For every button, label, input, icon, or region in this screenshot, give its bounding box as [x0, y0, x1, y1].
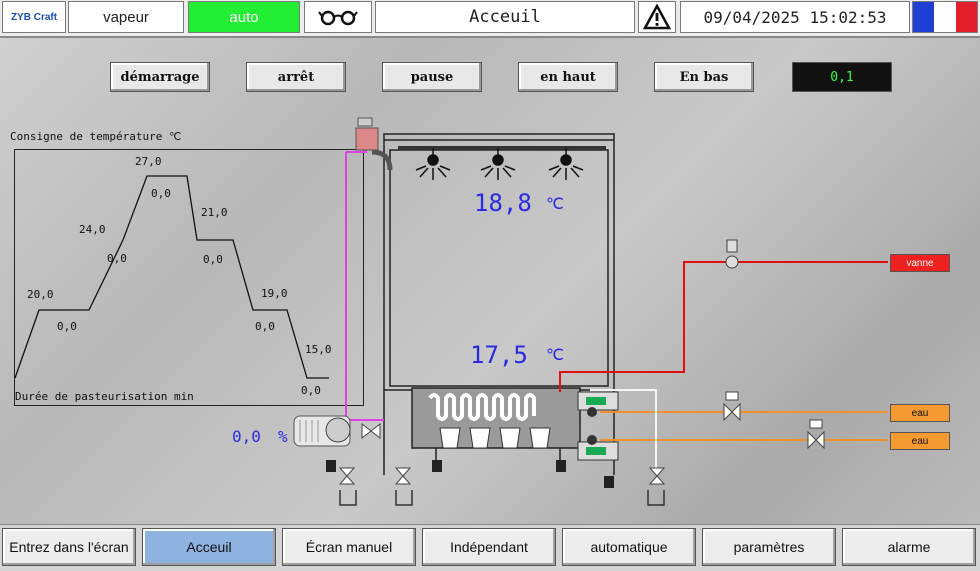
auto-status-badge: auto: [188, 1, 300, 33]
brand-logo: ZYB Craft: [2, 1, 66, 33]
nav-home[interactable]: Acceuil: [142, 528, 276, 566]
nav-manual-screen[interactable]: Écran manuel: [282, 528, 416, 566]
profile-temp-3[interactable]: 27,0: [135, 155, 162, 168]
tank-top-temperature-unit: ℃: [546, 194, 564, 213]
profile-temp-4[interactable]: 21,0: [201, 206, 228, 219]
profile-time-4[interactable]: 0,0: [203, 253, 223, 266]
motor-speed-unit: %: [278, 427, 288, 446]
profile-title: Consigne de température ℃: [10, 130, 182, 143]
temperature-profile-panel: 20,0 24,0 27,0 21,0 19,0 15,0 0,0 0,0 0,…: [14, 149, 364, 406]
profile-footer: Durée de pasteurisation min: [15, 390, 194, 403]
datetime-display: 09/04/2025 15:02:53: [680, 1, 910, 33]
profile-temp-6[interactable]: 15,0: [305, 343, 332, 356]
nav-independent[interactable]: Indépendant: [422, 528, 556, 566]
valve-tag[interactable]: vanne: [890, 254, 950, 272]
profile-temp-1[interactable]: 20,0: [27, 288, 54, 301]
profile-time-5[interactable]: 0,0: [255, 320, 275, 333]
tank-top-temperature: 18,8: [474, 189, 532, 217]
profile-time-2[interactable]: 0,0: [107, 252, 127, 265]
nav-parameters[interactable]: paramètres: [702, 528, 836, 566]
nav-automatic[interactable]: automatique: [562, 528, 696, 566]
nav-enter-screen[interactable]: Entrez dans l'écran: [2, 528, 136, 566]
language-flag-icon[interactable]: [912, 1, 978, 33]
page-title: Acceuil: [375, 1, 635, 33]
motor-speed-value: 0,0: [232, 427, 261, 446]
up-button[interactable]: en haut: [518, 62, 618, 92]
profile-temp-5[interactable]: 19,0: [261, 287, 288, 300]
profile-time-1[interactable]: 0,0: [57, 320, 77, 333]
profile-time-3[interactable]: 0,0: [151, 187, 171, 200]
tank-bottom-temperature: 17,5: [470, 341, 528, 369]
mode-indicator: vapeur: [68, 1, 184, 33]
start-button[interactable]: démarrage: [110, 62, 210, 92]
stop-button[interactable]: arrêt: [246, 62, 346, 92]
tank-bottom-temperature-unit: ℃: [546, 345, 564, 364]
glasses-icon[interactable]: [304, 1, 372, 33]
warning-icon[interactable]: [638, 1, 676, 33]
top-bar: ZYB Craft vapeur auto Acceuil 09/04/2025…: [0, 0, 980, 38]
water-tag-2[interactable]: eau: [890, 432, 950, 450]
profile-time-6[interactable]: 0,0: [301, 384, 321, 397]
nav-alarm[interactable]: alarme: [842, 528, 976, 566]
profile-temp-2[interactable]: 24,0: [79, 223, 106, 236]
counter-display: 0,1: [792, 62, 892, 92]
water-tag-1[interactable]: eau: [890, 404, 950, 422]
down-button[interactable]: En bas: [654, 62, 754, 92]
profile-curve: [15, 175, 329, 379]
pause-button[interactable]: pause: [382, 62, 482, 92]
